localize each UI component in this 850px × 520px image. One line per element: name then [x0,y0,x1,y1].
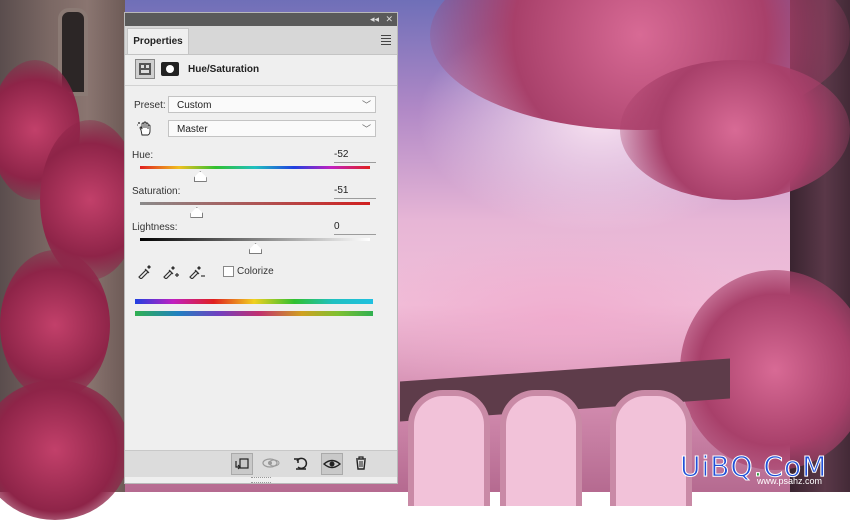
watermark-subtext: www.psahz.com [757,476,823,486]
saturation-label: Saturation: [132,186,181,197]
castle-tower-artwork [0,0,140,520]
panel-menu-icon[interactable] [381,35,391,45]
colorize-label: Colorize [237,266,274,277]
tab-properties[interactable]: Properties [127,28,189,54]
layer-mask-icon[interactable] [161,62,179,76]
reset-button[interactable] [291,453,313,475]
chevron-down-icon: ﹀ [361,100,371,110]
view-previous-button[interactable] [261,453,283,475]
eyedropper-minus-icon[interactable] [189,263,205,280]
tree-canopy [620,60,850,200]
chevron-down-icon: ﹀ [361,124,371,134]
hue-label: Hue: [132,150,154,161]
double-left-arrow-icon[interactable]: ◂◂ [370,13,379,26]
reset-icon [294,457,308,470]
saturation-slider-track[interactable] [140,202,370,205]
hue-value-field[interactable]: -52 [334,148,376,163]
preset-label: Preset: [134,100,166,111]
colorize-checkbox[interactable] [223,266,234,277]
watermark-text: UiBQ [680,450,754,484]
view-previous-state-icon [262,458,280,468]
aqueduct-arch [500,390,582,506]
on-image-adjust-hand-icon[interactable] [137,121,153,137]
panel-resize-grip[interactable] [251,477,271,483]
lightness-label: Lightness: [132,222,178,233]
aqueduct-arch [408,390,490,506]
clip-to-layer-button[interactable] [231,453,253,475]
input-color-bar [135,299,373,304]
panel-title-strip[interactable]: ◂◂ ✕ [125,13,397,26]
ivy-foliage [0,380,130,520]
trash-icon [356,456,366,470]
delete-button[interactable] [351,453,373,475]
channel-dropdown[interactable]: Master ﹀ [168,120,376,137]
ivy-foliage [0,250,110,400]
saturation-value-field[interactable]: -51 [334,184,376,199]
panel-bottom-toolbar [125,450,397,477]
close-icon[interactable]: ✕ [385,13,393,26]
hue-slider-track[interactable] [140,166,370,169]
preset-value: Custom [177,100,212,111]
channel-value: Master [177,124,208,135]
output-color-bar [135,311,373,316]
preset-dropdown[interactable]: Custom ﹀ [168,96,376,113]
adjustment-title: Hue/Saturation [188,64,260,75]
adjustment-header: Hue/Saturation [125,55,397,86]
clip-to-layer-icon [235,458,249,470]
panel-tab-bar: Properties [125,26,397,55]
hue-saturation-adjustment-icon[interactable] [135,59,155,79]
toggle-visibility-button[interactable] [321,453,343,475]
lightness-value-field[interactable]: 0 [334,220,376,235]
eye-visibility-icon [322,459,342,469]
eyedropper-icon[interactable] [137,263,153,280]
aqueduct-arch [610,390,692,506]
eyedropper-plus-icon[interactable] [163,263,179,280]
lightness-slider-track[interactable] [140,238,370,241]
properties-panel: ◂◂ ✕ Properties Hue/Saturation Preset: C… [124,12,398,484]
